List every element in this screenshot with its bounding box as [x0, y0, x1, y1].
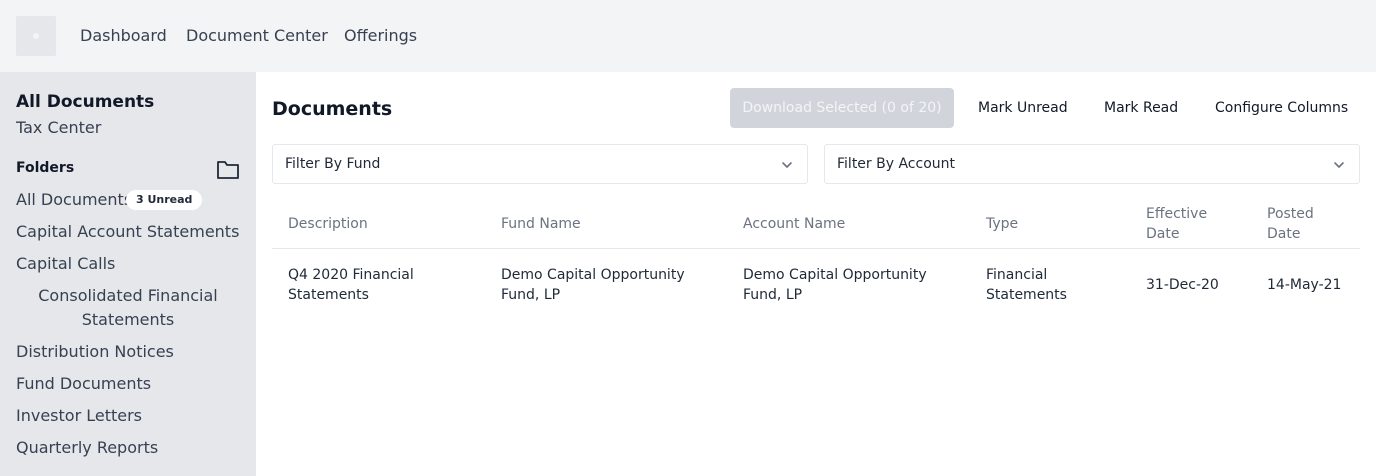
nav-link-document-center[interactable]: Document Center: [186, 26, 328, 46]
cell-account-name: Demo Capital Opportunity Fund, LP: [743, 267, 927, 303]
folders-heading: Folders: [16, 160, 75, 176]
cell-fund-name: Demo Capital Opportunity Fund, LP: [501, 267, 685, 303]
column-header-posted-date[interactable]: Posted Date: [1267, 204, 1337, 244]
mark-read-button[interactable]: Mark Read: [1104, 98, 1178, 118]
column-header-account-name[interactable]: Account Name: [743, 214, 845, 234]
filter-by-fund-label: Filter By Fund: [285, 156, 381, 172]
header-divider: [272, 248, 1360, 249]
filter-by-fund-select[interactable]: Filter By Fund: [272, 144, 808, 184]
sidebar-item-quarterly-reports[interactable]: Quarterly Reports: [16, 438, 158, 458]
download-selected-button[interactable]: Download Selected (0 of 20): [730, 88, 954, 128]
sidebar-item-consolidated-financial-statements[interactable]: Consolidated Financial Statements: [16, 284, 240, 332]
filter-by-account-select[interactable]: Filter By Account: [824, 144, 1360, 184]
nav-link-dashboard[interactable]: Dashboard: [80, 26, 167, 46]
main-content: Documents Download Selected (0 of 20) Ma…: [256, 72, 1376, 476]
sidebar-title[interactable]: All Documents: [16, 92, 154, 112]
sidebar-item-distribution-notices[interactable]: Distribution Notices: [16, 342, 174, 362]
sidebar: All Documents Tax Center Folders All Doc…: [0, 72, 256, 476]
filter-by-account-label: Filter By Account: [837, 156, 955, 172]
column-header-fund-name[interactable]: Fund Name: [501, 214, 581, 234]
cell-posted-date: 14-May-21: [1267, 277, 1342, 293]
logo[interactable]: [16, 16, 56, 56]
sidebar-item-capital-calls[interactable]: Capital Calls: [16, 254, 115, 274]
chevron-down-icon: [782, 162, 792, 168]
logo-mark: [33, 33, 39, 39]
cell-type: Financial Statements: [986, 267, 1067, 303]
mark-unread-button[interactable]: Mark Unread: [978, 98, 1068, 118]
column-header-description[interactable]: Description: [288, 214, 368, 234]
nav-link-offerings[interactable]: Offerings: [344, 26, 417, 46]
column-header-effective-date[interactable]: Effective Date: [1146, 204, 1226, 244]
cell-effective-date: 31-Dec-20: [1146, 277, 1219, 293]
sidebar-item-fund-documents[interactable]: Fund Documents: [16, 374, 151, 394]
configure-columns-button[interactable]: Configure Columns: [1215, 98, 1348, 118]
chevron-down-icon: [1334, 162, 1344, 168]
unread-badge: 3 Unread: [126, 190, 203, 210]
folder-icon[interactable]: [216, 158, 240, 180]
top-navigation-bar: Dashboard Document Center Offerings: [0, 0, 1376, 72]
sidebar-item-tax-center[interactable]: Tax Center: [16, 118, 101, 138]
page-title: Documents: [272, 98, 393, 120]
sidebar-item-investor-letters[interactable]: Investor Letters: [16, 406, 142, 426]
sidebar-item-all-documents[interactable]: All Documents: [16, 190, 132, 210]
cell-description[interactable]: Q4 2020 Financial Statements: [288, 265, 438, 305]
column-header-type[interactable]: Type: [986, 214, 1018, 234]
sidebar-item-capital-account-statements[interactable]: Capital Account Statements: [16, 222, 239, 242]
